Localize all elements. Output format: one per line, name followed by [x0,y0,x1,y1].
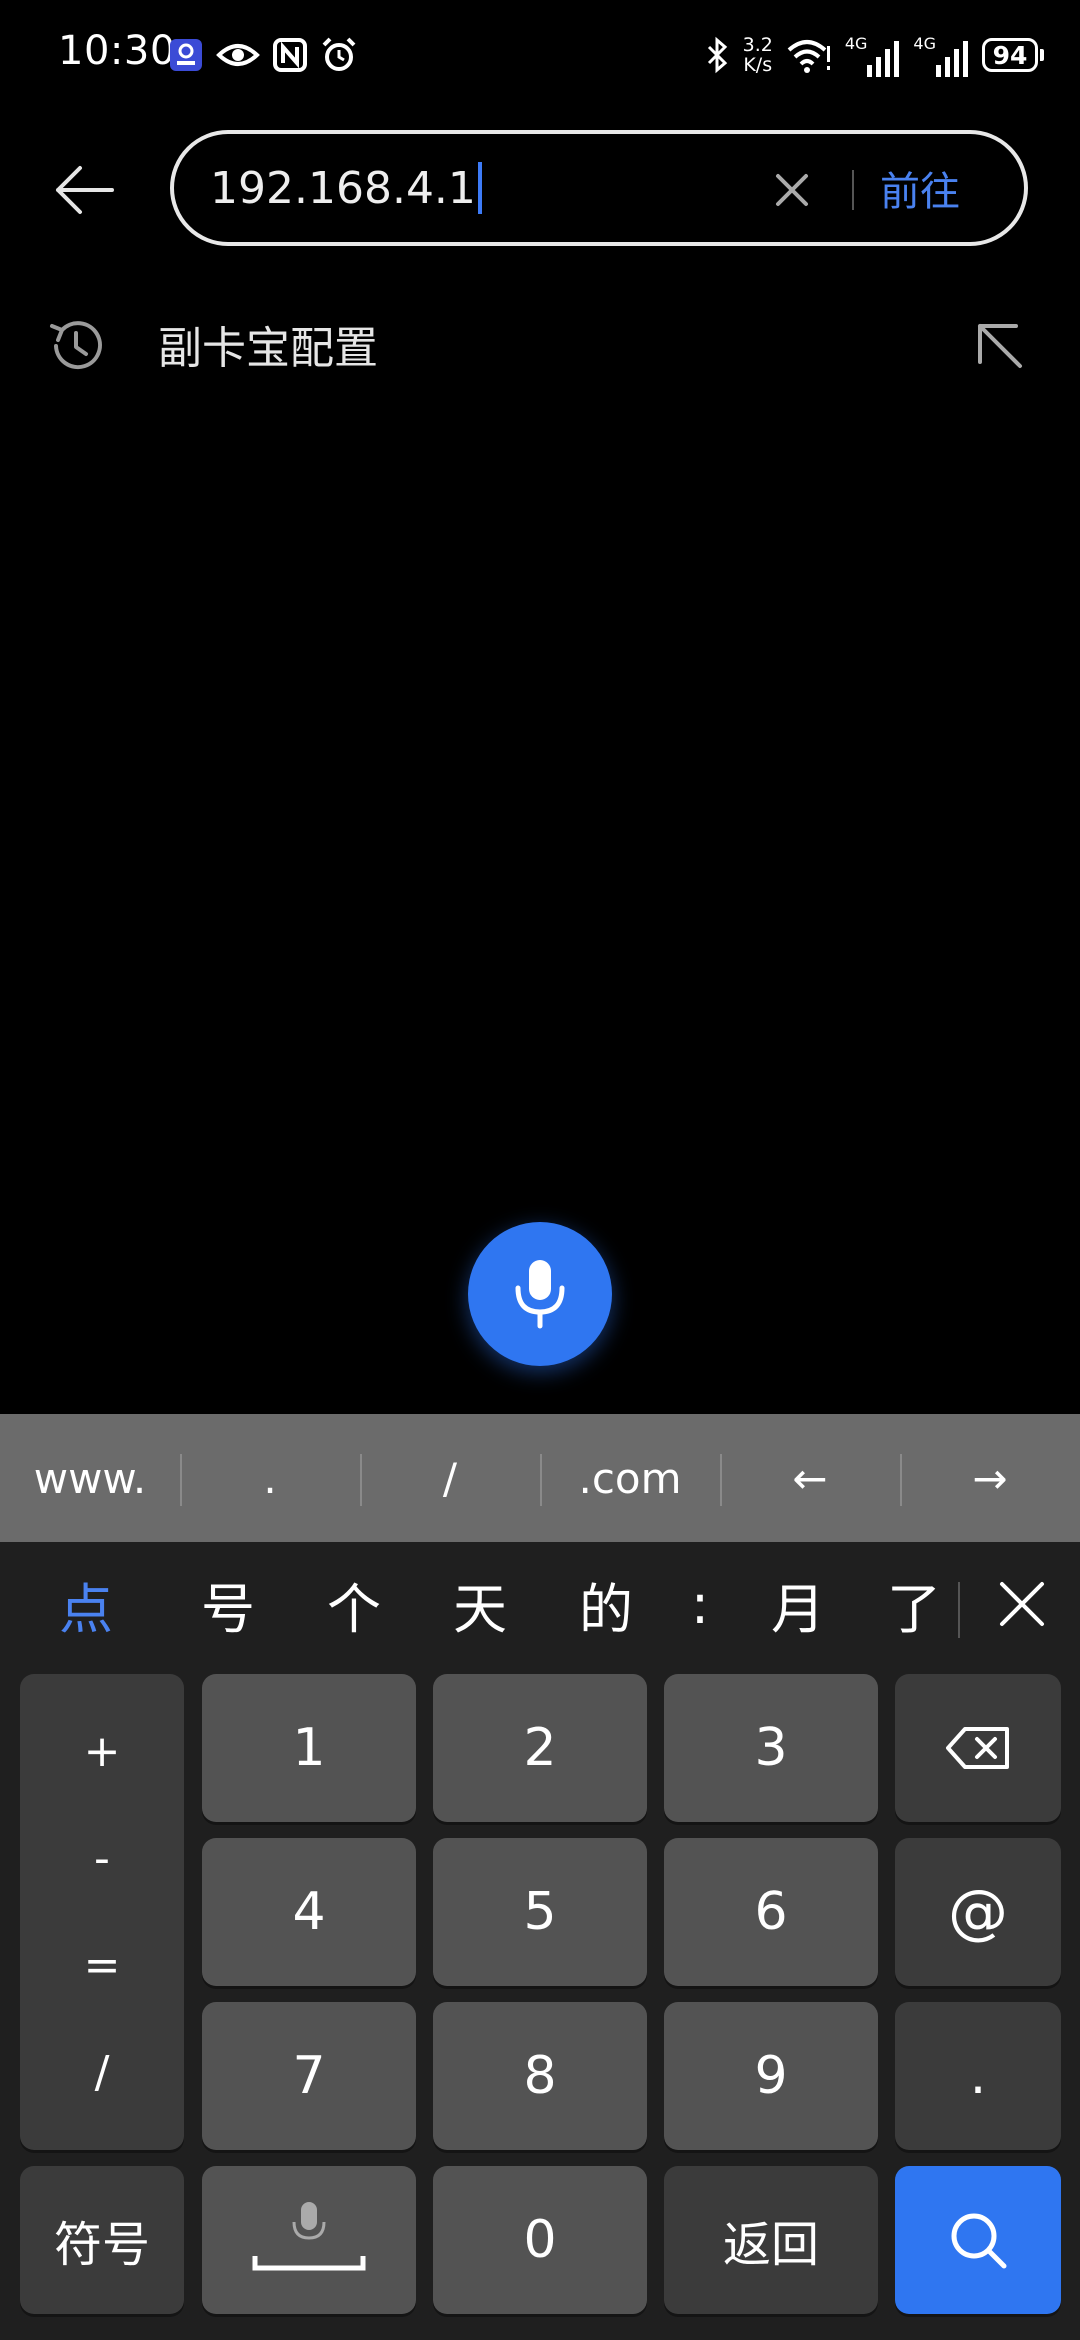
battery-cap [1040,49,1044,61]
symbol-equals[interactable]: = [84,1940,121,1991]
key-6[interactable]: 6 [664,1838,878,1986]
candidate-word[interactable]: 个 [296,1542,412,1666]
text-caret [477,162,482,214]
dot-key[interactable]: . [895,2002,1061,2150]
candidate-bar: 点 号 个 天 的 : 月 了 [0,1542,1080,1666]
symbol-mode-key[interactable]: 符号 [20,2166,184,2314]
symbol-minus[interactable]: - [94,1833,110,1884]
wifi-icon [787,40,830,73]
status-left-icons [168,30,358,80]
signal-icon [867,40,900,77]
candidate-word[interactable]: 月 [740,1542,856,1666]
speed-unit: K/s [743,54,773,76]
search-icon [951,2213,1007,2269]
close-icon [776,174,808,206]
battery-indicator: 94 [982,38,1044,72]
suggestion-item[interactable]: 副卡宝配置 [0,290,1080,400]
signal-icon [936,40,968,77]
candidate-divider [958,1582,960,1638]
return-key[interactable]: 返回 [664,2166,878,2314]
clear-button[interactable] [764,162,820,218]
close-candidates-button[interactable] [990,1572,1054,1636]
backspace-key[interactable] [895,1674,1061,1822]
app-badge-icon [170,39,202,71]
go-button[interactable]: 前往 [880,134,960,242]
shortcut-com[interactable]: .com [540,1414,720,1542]
arrow-left-icon [56,166,114,214]
space-key[interactable] [202,2166,416,2314]
at-key[interactable]: @ [895,1838,1061,1986]
candidate-word[interactable]: 号 [170,1542,286,1666]
search-key[interactable] [895,2166,1061,2314]
candidate-word[interactable]: 天 [422,1542,538,1666]
battery-level: 94 [982,38,1038,72]
candidate-word[interactable]: 的 [548,1542,664,1666]
signal-2: 4G [913,34,970,77]
key-9[interactable]: 9 [664,2002,878,2150]
key-1[interactable]: 1 [202,1674,416,1822]
eye-icon [216,44,260,66]
speed-value: 3.2 [742,34,773,56]
microphone-icon [515,1260,565,1329]
key-0[interactable]: 0 [433,2166,647,2314]
status-time: 10:30 [58,28,176,74]
shortcut-dot[interactable]: . [180,1414,360,1542]
cursor-left-button[interactable]: ← [720,1414,900,1542]
status-right-icons: 3.2 K/s 4G 4G 94 [705,30,1044,80]
cursor-right-button[interactable]: → [900,1414,1080,1542]
key-4[interactable]: 4 [202,1838,416,1986]
suggestion-label: 副卡宝配置 [158,323,378,374]
symbol-plus[interactable]: + [84,1726,121,1777]
back-button[interactable] [44,150,124,230]
fill-arrow-icon[interactable] [970,316,1030,376]
network-speed: 3.2 K/s [743,35,773,75]
shortcut-slash[interactable]: / [360,1414,540,1542]
keyboard: 点 号 个 天 的 : 月 了 + - = / 1 2 3 4 5 6 @ 7 … [0,1542,1080,2340]
key-7[interactable]: 7 [202,2002,416,2150]
symbol-column[interactable]: + - = / [20,1674,184,2150]
history-icon [50,321,102,370]
address-input[interactable]: 192.168.4.1 [210,134,482,242]
voice-search-button[interactable] [468,1222,612,1366]
network-type-1: 4G [844,33,868,53]
url-shortcut-bar: www. . / .com ← → [0,1414,1080,1542]
key-5[interactable]: 5 [433,1838,647,1986]
bluetooth-icon [707,36,727,74]
space-microphone-icon [252,2202,366,2271]
address-value: 192.168.4.1 [210,162,476,214]
key-8[interactable]: 8 [433,2002,647,2150]
nfc-icon [273,38,307,72]
address-divider [852,170,854,210]
backspace-icon [946,1727,1009,1769]
signal-1: 4G [845,34,902,77]
candidate-word[interactable]: : [660,1542,740,1666]
alarm-icon [322,37,356,71]
network-type-2: 4G [913,33,936,53]
shortcut-www[interactable]: www. [0,1414,180,1542]
symbol-slash[interactable]: / [95,2047,110,2098]
key-3[interactable]: 3 [664,1674,878,1822]
key-2[interactable]: 2 [433,1674,647,1822]
candidate-word[interactable]: 了 [856,1542,972,1666]
close-icon [1000,1582,1044,1626]
address-bar[interactable]: 192.168.4.1 前往 [170,130,1028,246]
candidate-word[interactable]: 点 [28,1542,144,1666]
